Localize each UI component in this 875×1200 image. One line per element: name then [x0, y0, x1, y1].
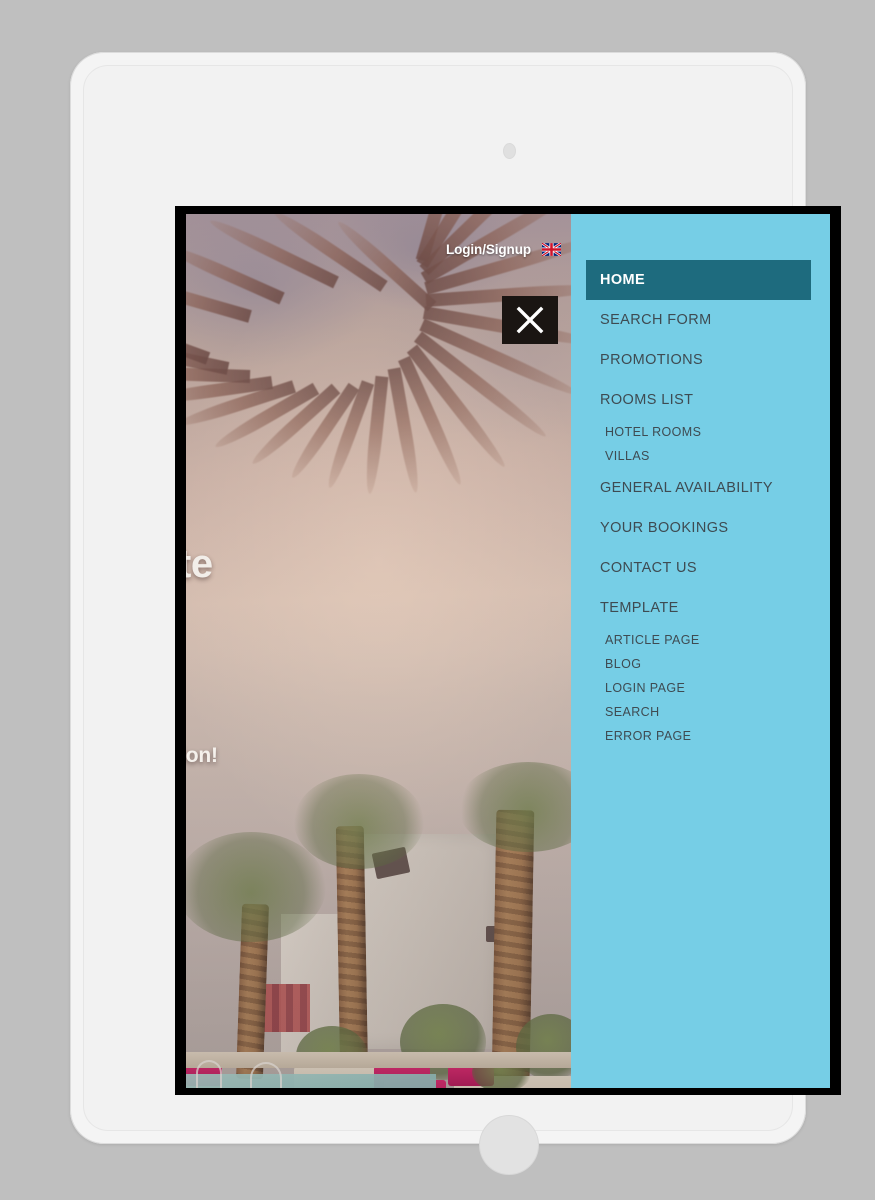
hero-subtitle: description!: [186, 744, 218, 767]
sidebar-item-promotions[interactable]: PROMOTIONS: [571, 340, 830, 380]
hero-title: ebsite: [186, 542, 213, 586]
home-button[interactable]: [480, 1116, 538, 1174]
screen-content: Login/Signup e on! HOME SEARCH FORM PROM…: [186, 214, 830, 1088]
page-background: Login/Signup e on! HOME SEARCH FORM PROM…: [0, 0, 875, 1200]
uk-flag-icon[interactable]: [542, 243, 561, 256]
sidebar-item-template[interactable]: TEMPLATE: [571, 588, 830, 628]
sidebar-subitem-error-page[interactable]: ERROR PAGE: [571, 724, 830, 748]
sidebar-item-search-form[interactable]: SEARCH FORM: [571, 300, 830, 340]
sidebar-subitem-blog[interactable]: BLOG: [571, 652, 830, 676]
sidebar-subitem-search[interactable]: SEARCH: [571, 700, 830, 724]
sidebar-item-general-availability[interactable]: GENERAL AVAILABILITY: [571, 468, 830, 508]
screen-bezel: Login/Signup e on! HOME SEARCH FORM PROM…: [175, 206, 841, 1095]
sidebar-item-contact-us[interactable]: CONTACT US: [571, 548, 830, 588]
close-icon: [516, 306, 544, 334]
hero-pool-rail: [250, 1062, 282, 1088]
sidebar-item-your-bookings[interactable]: YOUR BOOKINGS: [571, 508, 830, 548]
tablet-device-frame: Login/Signup e on! HOME SEARCH FORM PROM…: [70, 52, 841, 1174]
hero-text-block: ebsite description!: [186, 542, 540, 767]
hero-topbar: Login/Signup: [446, 242, 561, 257]
close-menu-button[interactable]: [502, 296, 558, 344]
hero-pool-coping-top: [186, 1052, 571, 1068]
sidebar-item-rooms-list[interactable]: ROOMS LIST: [571, 380, 830, 420]
hero-section: Login/Signup e on!: [186, 214, 571, 1088]
login-signup-link[interactable]: Login/Signup: [446, 242, 531, 257]
sidebar-navigation: HOME SEARCH FORM PROMOTIONS ROOMS LIST HOTEL…: [571, 214, 830, 1088]
sidebar-subitem-villas[interactable]: VILLAS: [571, 444, 830, 468]
front-camera-icon: [504, 144, 515, 158]
hero-pool-water: [186, 1074, 436, 1088]
hero-palm-crown: [294, 774, 424, 869]
sidebar-subitem-login-page[interactable]: LOGIN PAGE: [571, 676, 830, 700]
sidebar-subitem-hotel-rooms[interactable]: HOTEL ROOMS: [571, 420, 830, 444]
hero-pool-rail: [196, 1060, 222, 1088]
sidebar-subitem-article-page[interactable]: ARTICLE PAGE: [571, 628, 830, 652]
sidebar-item-home[interactable]: HOME: [586, 260, 811, 300]
